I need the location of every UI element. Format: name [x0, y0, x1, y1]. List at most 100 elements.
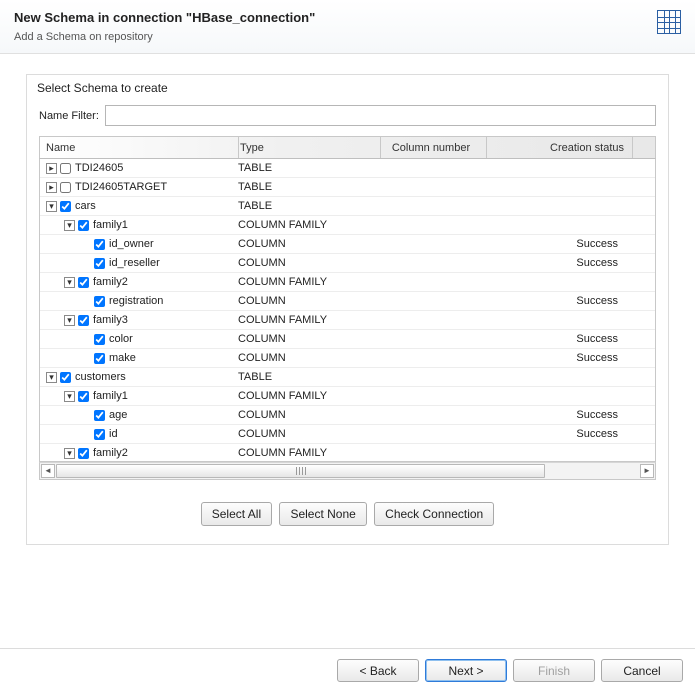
- name-cell: ▾cars: [40, 197, 238, 215]
- row-checkbox[interactable]: [94, 353, 105, 364]
- status-cell: Success: [488, 406, 626, 424]
- type-cell: COLUMN: [234, 330, 378, 348]
- row-label: age: [109, 406, 127, 424]
- table-row[interactable]: ▾family3COLUMN FAMILY: [40, 311, 655, 330]
- expander-none: [82, 430, 91, 439]
- table-row[interactable]: ▾family1COLUMN FAMILY: [40, 387, 655, 406]
- status-cell: [488, 216, 626, 234]
- expand-icon[interactable]: ▸: [46, 163, 57, 174]
- row-label: family2: [93, 444, 128, 462]
- scroll-right-icon[interactable]: ►: [640, 464, 654, 478]
- row-label: id: [109, 425, 118, 443]
- collapse-icon[interactable]: ▾: [64, 315, 75, 326]
- select-none-button[interactable]: Select None: [279, 502, 366, 526]
- status-cell: [488, 159, 626, 177]
- row-label: color: [109, 330, 133, 348]
- type-cell: COLUMN FAMILY: [234, 216, 378, 234]
- row-checkbox[interactable]: [60, 201, 71, 212]
- row-checkbox[interactable]: [94, 334, 105, 345]
- collapse-icon[interactable]: ▾: [46, 372, 57, 383]
- table-row[interactable]: id_ownerCOLUMNSuccess: [40, 235, 655, 254]
- table-row[interactable]: color COLUMN Success: [40, 330, 655, 349]
- name-cell: ▸ TDI24605: [40, 159, 238, 177]
- row-checkbox[interactable]: [78, 220, 89, 231]
- expander-none: [82, 354, 91, 363]
- row-checkbox[interactable]: [94, 296, 105, 307]
- scroll-thumb[interactable]: [56, 464, 545, 478]
- row-checkbox[interactable]: [94, 239, 105, 250]
- row-checkbox[interactable]: [78, 448, 89, 459]
- row-label: TDI24605: [75, 159, 123, 177]
- row-label: registration: [109, 292, 163, 310]
- type-cell: COLUMN: [234, 349, 378, 367]
- status-cell: [488, 387, 626, 405]
- name-filter-input[interactable]: [105, 105, 656, 126]
- status-cell: Success: [488, 292, 626, 310]
- expander-none: [82, 335, 91, 344]
- collapse-icon[interactable]: ▾: [64, 391, 75, 402]
- row-checkbox[interactable]: [94, 258, 105, 269]
- row-label: customers: [75, 368, 126, 386]
- finish-button[interactable]: Finish: [513, 659, 595, 682]
- status-cell: [488, 197, 626, 215]
- row-checkbox[interactable]: [94, 410, 105, 421]
- check-connection-button[interactable]: Check Connection: [374, 502, 494, 526]
- table-row[interactable]: idCOLUMNSuccess: [40, 425, 655, 444]
- col-type[interactable]: Type: [234, 137, 381, 158]
- section-title: Select Schema to create: [37, 81, 656, 95]
- status-cell: [488, 178, 626, 196]
- table-row[interactable]: ▸TDI24605TABLE: [40, 159, 655, 178]
- row-checkbox[interactable]: [78, 277, 89, 288]
- col-name[interactable]: Name: [40, 137, 239, 158]
- table-row[interactable]: registrationCOLUMNSuccess: [40, 292, 655, 311]
- type-cell: COLUMN FAMILY: [234, 444, 378, 462]
- select-all-button[interactable]: Select All: [201, 502, 272, 526]
- expander-none: [82, 259, 91, 268]
- row-checkbox[interactable]: [78, 391, 89, 402]
- collapse-icon[interactable]: ▾: [64, 448, 75, 459]
- collapse-icon[interactable]: ▾: [64, 277, 75, 288]
- status-cell: [488, 444, 626, 462]
- status-cell: Success: [488, 330, 626, 348]
- row-label: family1: [93, 216, 128, 234]
- row-checkbox[interactable]: [78, 315, 89, 326]
- type-cell: COLUMN: [234, 425, 378, 443]
- next-button[interactable]: Next >: [425, 659, 507, 682]
- row-checkbox[interactable]: [60, 372, 71, 383]
- collapse-icon[interactable]: ▾: [46, 201, 57, 212]
- status-cell: Success: [488, 349, 626, 367]
- table-row[interactable]: ▸TDI24605TARGETTABLE: [40, 178, 655, 197]
- tree-body[interactable]: ▸TDI24605TABLE▸TDI24605TARGETTABLE▾carsT…: [39, 159, 656, 462]
- name-cell: ▾ customers: [40, 368, 238, 386]
- back-button[interactable]: < Back: [337, 659, 419, 682]
- row-label: family3: [93, 311, 128, 329]
- table-row[interactable]: ageCOLUMNSuccess: [40, 406, 655, 425]
- type-cell: COLUMN FAMILY: [234, 273, 378, 291]
- footer: < Back Next > Finish Cancel: [0, 648, 695, 692]
- col-column-number[interactable]: Column number: [376, 137, 487, 158]
- scroll-left-icon[interactable]: ◄: [41, 464, 55, 478]
- table-row[interactable]: ▾customersTABLE: [40, 368, 655, 387]
- name-cell: ▾ family1: [40, 216, 256, 234]
- row-checkbox[interactable]: [60, 182, 71, 193]
- h-scrollbar[interactable]: ◄ ►: [39, 462, 656, 480]
- row-checkbox[interactable]: [60, 163, 71, 174]
- expand-icon[interactable]: ▸: [46, 182, 57, 193]
- table-row[interactable]: ▾carsTABLE: [40, 197, 655, 216]
- status-cell: Success: [488, 254, 626, 272]
- table-row[interactable]: ▾ family2 COLUMN FAMILY: [40, 444, 655, 462]
- table-row[interactable]: id_resellerCOLUMNSuccess: [40, 254, 655, 273]
- row-checkbox[interactable]: [94, 429, 105, 440]
- table-row[interactable]: ▾family2COLUMN FAMILY: [40, 273, 655, 292]
- content-area: Select Schema to create Name Filter: Nam…: [0, 54, 695, 648]
- col-creation-status[interactable]: Creation status: [488, 137, 633, 158]
- filter-label: Name Filter:: [39, 110, 99, 122]
- collapse-icon[interactable]: ▾: [64, 220, 75, 231]
- cancel-button[interactable]: Cancel: [601, 659, 683, 682]
- table-row[interactable]: make COLUMN Success: [40, 349, 655, 368]
- status-cell: [488, 273, 626, 291]
- row-label: make: [109, 349, 136, 367]
- col-spacer: [620, 137, 655, 158]
- table-row[interactable]: ▾ family1 COLUMN FAMILY: [40, 216, 655, 235]
- wizard-subtitle: Add a Schema on repository: [14, 31, 315, 43]
